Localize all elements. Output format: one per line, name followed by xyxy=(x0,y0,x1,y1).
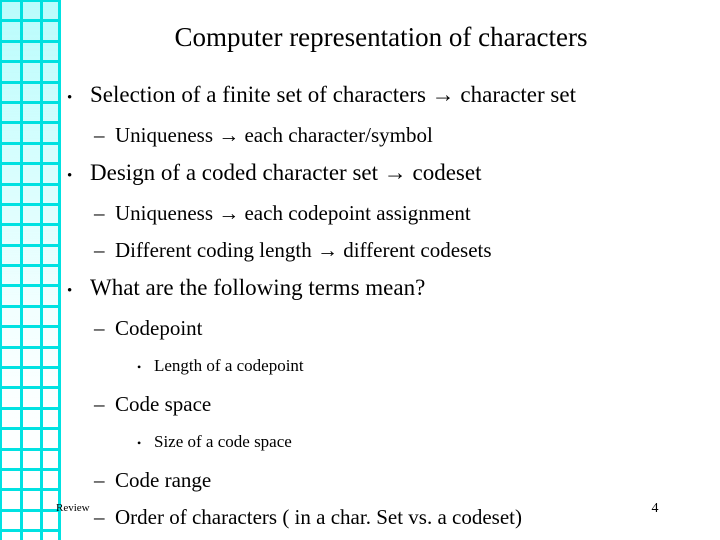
dash-bullet-icon: – xyxy=(94,201,105,225)
page-number: 4 xyxy=(651,501,659,516)
grid-cell xyxy=(2,491,20,509)
grid-cell xyxy=(2,409,20,428)
grid-cell xyxy=(2,307,20,326)
grid-cell xyxy=(2,267,20,285)
grid-cell xyxy=(22,2,41,20)
bullet-text: Uniqueness → each character/symbol xyxy=(115,123,433,147)
grid-cell xyxy=(22,532,41,540)
grid-cell xyxy=(22,430,41,448)
grid-cell xyxy=(22,42,41,61)
grid-cell xyxy=(22,124,41,142)
slide-title: Computer representation of characters xyxy=(174,22,588,52)
grid-cell xyxy=(2,63,20,81)
grid-cell xyxy=(2,389,20,407)
dash-bullet-icon: – xyxy=(94,505,105,529)
dot-bullet-icon: • xyxy=(137,436,142,450)
bullet-item-level-2: – Code space xyxy=(61,386,709,423)
grid-cell xyxy=(2,22,20,40)
grid-cell xyxy=(22,83,41,101)
grid-cell xyxy=(22,369,41,387)
dash-bullet-icon: – xyxy=(94,316,105,340)
grid-cell xyxy=(22,63,41,81)
grid-cell xyxy=(22,307,41,326)
grid-cell xyxy=(22,144,41,163)
grid-cell xyxy=(22,409,41,428)
bullet-text: Uniqueness → each codepoint assignment xyxy=(115,201,471,225)
grid-cell xyxy=(2,226,20,244)
bullet-item-level-3: • Size of a code space xyxy=(61,423,709,462)
bullet-item-level-1: • Design of a coded character set → codes… xyxy=(61,154,709,195)
bullet-text: Length of a codepoint xyxy=(154,356,304,375)
bullet-item-level-2: – Different coding length → different cod… xyxy=(61,232,709,269)
grid-cell xyxy=(2,470,20,489)
grid-cell xyxy=(22,165,41,183)
grid-cell xyxy=(2,185,20,203)
bullet-item-level-2: – Codepoint xyxy=(61,310,709,347)
grid-cell xyxy=(22,348,41,367)
dash-bullet-icon: – xyxy=(94,238,105,262)
grid-cell xyxy=(2,430,20,448)
grid-cell xyxy=(22,103,41,122)
bullet-text: Code range xyxy=(115,468,212,492)
grid-cell xyxy=(22,491,41,509)
presentation-slide: Computer representation of characters • S… xyxy=(0,0,720,540)
bullet-text: What are the following terms mean? xyxy=(90,275,426,300)
grid-cell xyxy=(22,226,41,244)
grid-pattern-band xyxy=(0,0,61,540)
grid-cell xyxy=(2,369,20,387)
grid-cell xyxy=(22,511,41,530)
grid-cell xyxy=(2,165,20,183)
bullet-item-level-2: – Uniqueness → each codepoint assignment xyxy=(61,195,709,232)
grid-cell xyxy=(2,450,20,468)
bullet-text: Order of characters ( in a char. Set vs.… xyxy=(115,505,522,529)
dash-bullet-icon: – xyxy=(94,392,105,416)
grid-cell xyxy=(22,205,41,224)
bullet-text: Selection of a finite set of characters … xyxy=(90,82,576,107)
grid-cell xyxy=(22,185,41,203)
bullet-item-level-2: – Uniqueness → each character/symbol xyxy=(61,117,709,154)
grid-cell xyxy=(2,328,20,346)
bullet-item-level-2: – Order of characters ( in a char. Set vs… xyxy=(61,499,709,536)
grid-cell xyxy=(2,532,20,540)
dot-bullet-icon: • xyxy=(67,168,73,184)
bullet-text: Code space xyxy=(115,392,212,416)
grid-cell xyxy=(22,389,41,407)
grid-cell xyxy=(22,287,41,305)
dash-bullet-icon: – xyxy=(94,468,105,492)
dash-bullet-icon: – xyxy=(94,123,105,147)
dot-bullet-icon: • xyxy=(137,360,142,374)
grid-cell xyxy=(2,124,20,142)
bullet-text: Different coding length → different code… xyxy=(115,238,492,262)
bullet-text: Size of a code space xyxy=(154,432,292,451)
grid-cell xyxy=(22,246,41,265)
slide-body: • Selection of a finite set of characters… xyxy=(61,76,709,536)
grid-cell xyxy=(2,83,20,101)
bullet-text: Codepoint xyxy=(115,316,203,340)
grid-cell xyxy=(2,42,20,61)
grid-cell xyxy=(2,348,20,367)
bullet-text: Design of a coded character set → codese… xyxy=(90,160,482,185)
grid-cell xyxy=(22,22,41,40)
grid-cell xyxy=(2,287,20,305)
grid-cell-container xyxy=(0,0,61,540)
grid-cell xyxy=(22,450,41,468)
grid-cell xyxy=(2,144,20,163)
grid-cell xyxy=(22,267,41,285)
dot-bullet-icon: • xyxy=(67,90,73,106)
bullet-item-level-2: – Code range xyxy=(61,462,709,499)
bullet-item-level-1: • Selection of a finite set of characters… xyxy=(61,76,709,117)
grid-cell xyxy=(2,205,20,224)
grid-cell xyxy=(22,328,41,346)
grid-cell xyxy=(22,470,41,489)
grid-cell xyxy=(2,2,20,20)
bullet-item-level-3: • Length of a codepoint xyxy=(61,347,709,386)
bullet-item-level-1: • What are the following terms mean? xyxy=(61,269,709,310)
dot-bullet-icon: • xyxy=(67,283,73,299)
grid-cell xyxy=(2,103,20,122)
grid-cell xyxy=(2,511,20,530)
grid-cell xyxy=(2,246,20,265)
footer-label: Review xyxy=(56,502,90,514)
